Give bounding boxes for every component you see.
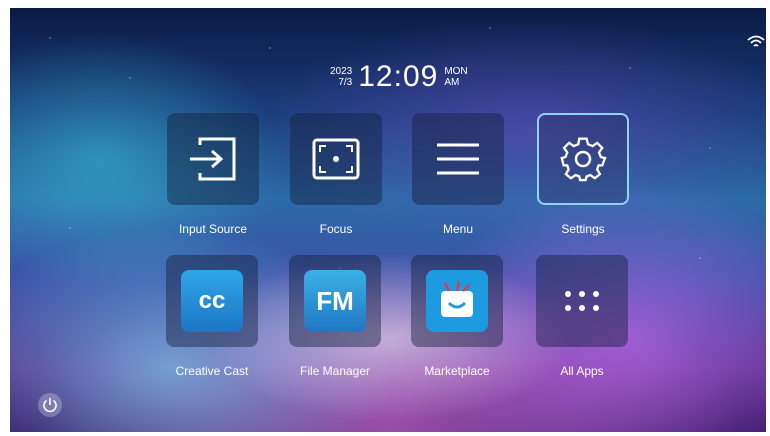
shopping-bag-icon bbox=[441, 281, 473, 317]
creative-cast-label: Creative Cast bbox=[175, 364, 249, 378]
file-manager-icon-text: FM bbox=[316, 285, 354, 316]
all-apps-label: All Apps bbox=[560, 364, 604, 378]
file-manager-tile[interactable]: FM bbox=[289, 255, 381, 347]
file-manager-label: File Manager bbox=[299, 364, 371, 378]
clock-time: 12:09 bbox=[358, 60, 439, 93]
clock-month-day: 7/3 bbox=[338, 77, 353, 88]
settings-label: Settings bbox=[561, 222, 605, 236]
file-manager-icon: FM bbox=[304, 270, 366, 332]
marketplace-tile[interactable] bbox=[411, 255, 503, 347]
clock-day: MON AM bbox=[444, 66, 467, 88]
menu-icon bbox=[437, 143, 479, 175]
power-button[interactable] bbox=[38, 393, 62, 417]
input-source-tile[interactable] bbox=[167, 113, 259, 205]
creative-cast-icon-text: cc bbox=[198, 287, 226, 314]
focus-icon bbox=[312, 138, 360, 180]
all-apps-tile[interactable] bbox=[536, 255, 628, 347]
creative-cast-icon: cc bbox=[181, 270, 243, 332]
clock-weekday: MON bbox=[444, 66, 468, 77]
clock-ampm: AM bbox=[444, 77, 460, 88]
marketplace-icon bbox=[426, 270, 488, 332]
creative-cast-tile[interactable]: cc bbox=[166, 255, 258, 347]
grid-dots-icon bbox=[565, 291, 599, 311]
menu-tile[interactable] bbox=[412, 113, 504, 205]
settings-tile[interactable] bbox=[537, 113, 629, 205]
clock: 2023 7/3 12:09 MON AM bbox=[330, 60, 468, 94]
power-icon bbox=[43, 398, 57, 413]
menu-label: Menu bbox=[442, 222, 474, 236]
focus-label: Focus bbox=[319, 222, 353, 236]
focus-tile[interactable] bbox=[290, 113, 382, 205]
input-source-icon bbox=[190, 137, 236, 181]
home-screen: 2023 7/3 12:09 MON AM Input Source Focus… bbox=[10, 8, 766, 432]
clock-year: 2023 bbox=[330, 66, 353, 77]
wifi-icon bbox=[747, 35, 765, 47]
gear-icon bbox=[560, 137, 607, 182]
clock-date: 2023 7/3 bbox=[330, 66, 352, 88]
input-source-label: Input Source bbox=[178, 222, 248, 236]
marketplace-label: Marketplace bbox=[424, 364, 490, 378]
